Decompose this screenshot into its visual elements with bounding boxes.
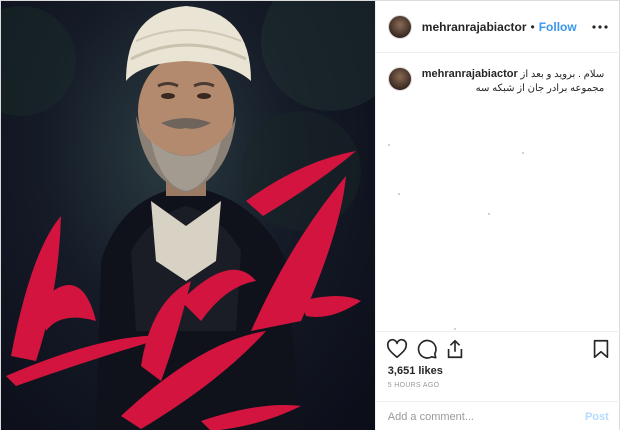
post-comment-button[interactable]: Post <box>585 411 609 423</box>
caption-body: mehranrajabiactor سلام . بروید و بعد از … <box>422 67 604 96</box>
avatar[interactable] <box>387 14 412 39</box>
bookmark-icon[interactable] <box>590 338 612 360</box>
artifact-dot <box>487 213 490 215</box>
post-header: mehranrajabiactor • Follow <box>375 1 620 53</box>
follow-button[interactable]: Follow <box>539 20 577 34</box>
caption-text-line1: سلام . بروید و بعد از <box>520 69 605 80</box>
instagram-post: mehranrajabiactor • Follow mehranrajabia… <box>0 0 620 430</box>
artifact-dot <box>387 144 390 146</box>
post-photo-illustration <box>1 1 375 430</box>
action-bar <box>375 331 620 363</box>
comment-icon[interactable] <box>416 338 438 360</box>
comment-input[interactable] <box>387 410 585 423</box>
ellipsis-icon[interactable] <box>591 18 609 36</box>
post-caption: mehranrajabiactor سلام . بروید و بعد از … <box>387 67 613 96</box>
header-username[interactable]: mehranrajabiactor <box>422 20 527 34</box>
caption-avatar[interactable] <box>387 67 412 91</box>
artifact-dot <box>521 152 524 154</box>
share-icon[interactable] <box>444 338 466 360</box>
post-side-panel: mehranrajabiactor • Follow mehranrajabia… <box>374 1 620 430</box>
heart-icon[interactable] <box>386 338 408 360</box>
post-image[interactable] <box>1 1 375 430</box>
artifact-dot <box>453 328 456 330</box>
caption-text-line2: مجموعه برادر جان از شبکه سه <box>475 83 605 94</box>
likes-count[interactable]: 3,651 likes <box>388 365 443 377</box>
header-separator: • <box>530 19 535 34</box>
post-timestamp[interactable]: 5 HOURS AGO <box>388 382 440 389</box>
artifact-dot <box>397 193 400 195</box>
caption-username[interactable]: mehranrajabiactor <box>422 68 518 80</box>
comment-box: Post <box>375 401 620 430</box>
